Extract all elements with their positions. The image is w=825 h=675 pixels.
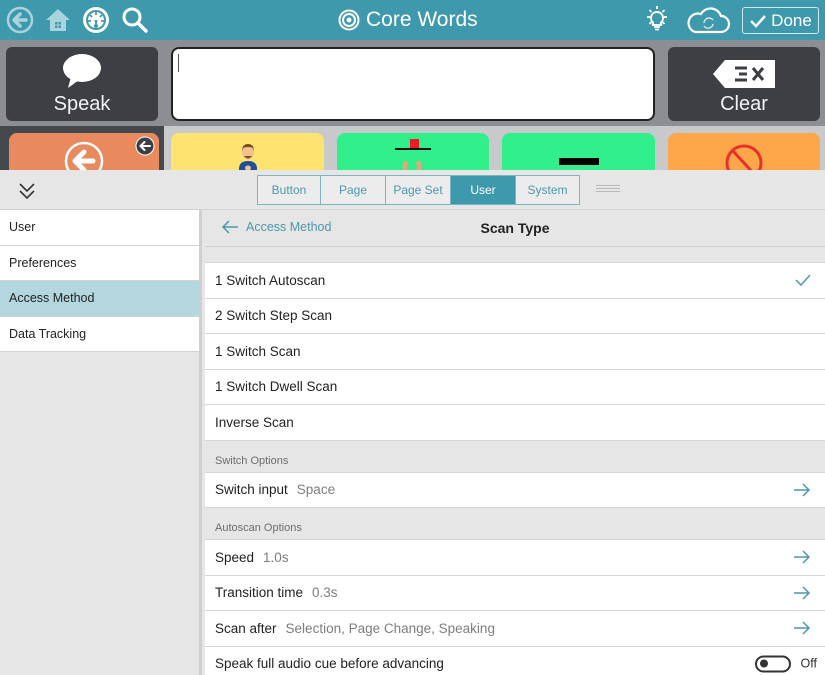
transition-time-value: 0.3s — [312, 585, 338, 601]
arrow-right-icon — [793, 621, 811, 635]
sidebar-item-access-method[interactable]: Access Method — [0, 281, 199, 317]
back-link-label: Access Method — [246, 220, 332, 234]
target-icon — [338, 9, 360, 31]
scan-type-option[interactable]: 1 Switch Dwell Scan — [205, 369, 825, 405]
tab-page[interactable]: Page — [321, 176, 386, 204]
back-icon[interactable] — [5, 5, 35, 35]
settings-sidebar: User Preferences Access Method Data Trac… — [0, 210, 202, 675]
sidebar-item-user[interactable]: User — [0, 210, 199, 246]
done-label: Done — [771, 10, 812, 30]
tab-user[interactable]: User — [451, 176, 516, 204]
speak-label: Speak — [53, 93, 111, 115]
transition-time-row[interactable]: Transition time 0.3s — [205, 575, 825, 611]
back-tile[interactable] — [9, 133, 159, 170]
clear-text-icon — [713, 60, 775, 88]
dashboard-icon[interactable] — [81, 5, 111, 35]
sidebar-item-preferences[interactable]: Preferences — [0, 245, 199, 281]
option-label: Inverse Scan — [215, 414, 294, 430]
panel-header: Scan Type Access Method — [205, 210, 825, 247]
sidebar-item-data-tracking[interactable]: Data Tracking — [0, 316, 199, 352]
tile-row — [0, 126, 825, 170]
search-icon[interactable] — [120, 5, 150, 35]
clear-button[interactable]: Clear — [668, 47, 820, 121]
app-title-text: Core Words — [366, 8, 478, 31]
back-to-access-method-link[interactable]: Access Method — [221, 220, 331, 234]
minus-tile[interactable] — [502, 133, 655, 170]
person-signing-tile[interactable] — [171, 133, 324, 170]
section-header-autoscan-options: Autoscan Options — [205, 508, 825, 540]
option-label: 1 Switch Autoscan — [215, 272, 326, 288]
person-icon — [238, 144, 257, 170]
text-caret — [178, 54, 179, 72]
scan-type-panel: Scan Type Access Method 1 Switch Autosca… — [205, 210, 825, 675]
check-icon — [795, 273, 811, 287]
switch-input-value: Space — [296, 482, 336, 498]
done-button[interactable]: Done — [742, 7, 819, 34]
scan-after-value: Selection, Page Change, Speaking — [285, 620, 495, 636]
message-input[interactable] — [171, 47, 655, 121]
switch-input-label: Switch input — [215, 482, 288, 498]
arrow-left-icon — [221, 220, 238, 234]
minus-icon — [558, 158, 599, 165]
collapse-chevrons-icon[interactable] — [16, 180, 38, 202]
speech-bubble-icon — [63, 54, 101, 88]
speak-full-cue-label: Speak full audio cue before advancing — [215, 656, 444, 672]
above-symbol-icon — [395, 139, 431, 170]
speak-full-cue-row: Speak full audio cue before advancing Of… — [205, 646, 825, 675]
above-tile[interactable] — [337, 133, 489, 170]
transition-time-label: Transition time — [215, 585, 304, 601]
option-label: 1 Switch Scan — [215, 343, 301, 359]
top-bar: Core Words Done — [0, 0, 825, 40]
arrow-right-icon — [793, 483, 811, 497]
message-bar: Speak Clear — [0, 40, 825, 126]
lightbulb-icon[interactable] — [642, 5, 672, 35]
tile-back-badge-icon — [135, 136, 155, 156]
drag-handle-icon[interactable] — [596, 185, 620, 195]
speed-value: 1.0s — [263, 549, 289, 565]
scan-type-option[interactable]: Inverse Scan — [205, 405, 825, 441]
toggle-state-label: Off — [800, 656, 817, 671]
tab-page-set[interactable]: Page Set — [386, 176, 451, 204]
app-root: Core Words Done Speak Clear Button Page … — [0, 0, 825, 675]
scan-type-option[interactable]: 1 Switch Autoscan — [205, 263, 825, 299]
back-arrow-icon — [64, 141, 104, 170]
app-title: Core Words — [338, 4, 478, 36]
option-label: 2 Switch Step Scan — [215, 308, 333, 324]
scan-type-option[interactable]: 2 Switch Step Scan — [205, 298, 825, 334]
tab-system[interactable]: System — [516, 176, 579, 204]
switch-input-row[interactable]: Switch input Space — [205, 472, 825, 508]
speak-button[interactable]: Speak — [6, 47, 158, 121]
settings-toolbar: Button Page Page Set User System — [0, 170, 825, 210]
speed-row[interactable]: Speed 1.0s — [205, 540, 825, 576]
checkmark-icon — [750, 14, 767, 28]
home-icon[interactable] — [43, 5, 73, 35]
scan-after-label: Scan after — [215, 620, 277, 636]
toggle-knob — [759, 659, 768, 668]
arrow-right-icon — [793, 550, 811, 564]
prohibited-icon — [725, 144, 763, 170]
arrow-right-icon — [793, 586, 811, 600]
section-header-switch-options: Switch Options — [205, 441, 825, 473]
tab-button[interactable]: Button — [258, 176, 321, 204]
scan-after-row[interactable]: Scan after Selection, Page Change, Speak… — [205, 611, 825, 647]
no-tile[interactable] — [668, 133, 820, 170]
cloud-sync-icon[interactable] — [684, 5, 732, 35]
scan-type-option[interactable]: 1 Switch Scan — [205, 334, 825, 370]
option-label: 1 Switch Dwell Scan — [215, 379, 338, 395]
speak-full-cue-toggle[interactable] — [754, 655, 791, 673]
speed-label: Speed — [215, 549, 255, 565]
settings-tabs: Button Page Page Set User System — [257, 175, 580, 205]
clear-label: Clear — [720, 93, 768, 115]
